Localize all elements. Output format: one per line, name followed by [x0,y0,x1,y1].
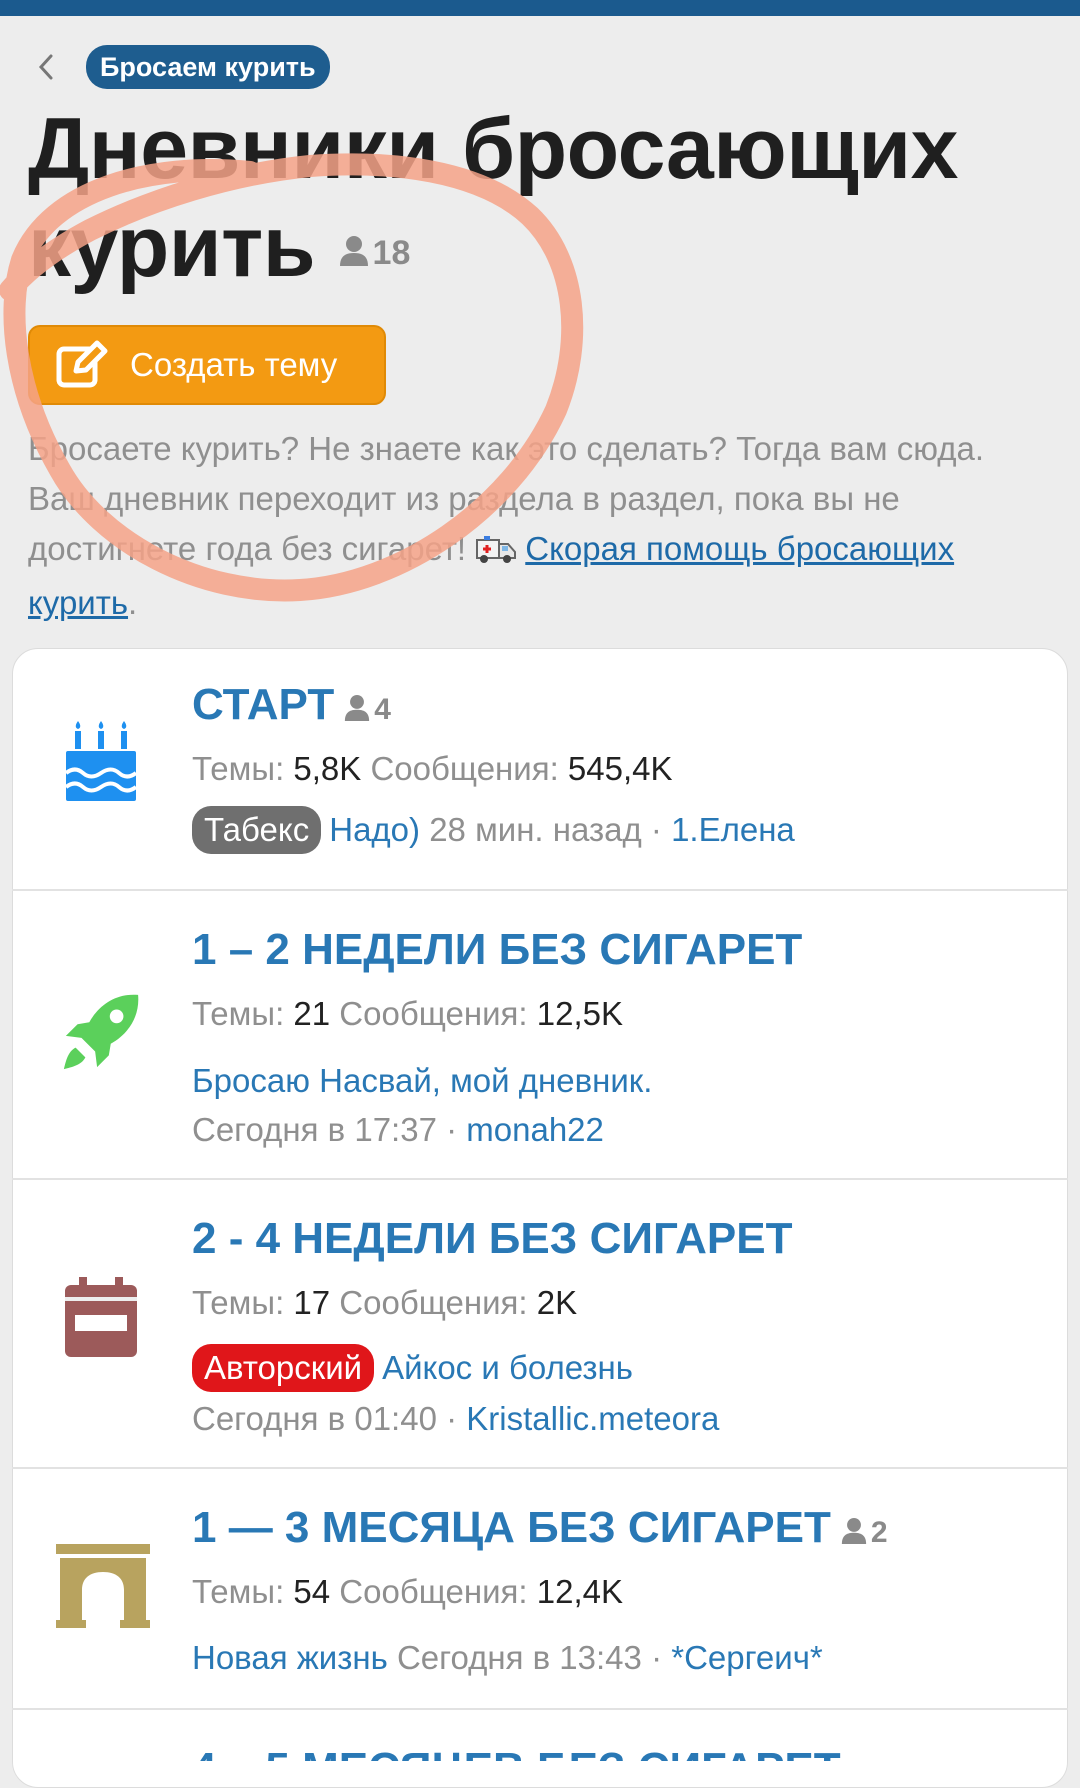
node-row[interactable]: 1 — 3 МЕСЯЦА БЕЗ СИГАРЕТ 2 Темы: 54 Сообщ… [12,1467,1068,1709]
last-thread-link[interactable]: Надо) [329,811,420,848]
node-row[interactable]: 2 - 4 НЕДЕЛИ БЕЗ СИГАРЕТ Темы: 17 Сообще… [12,1178,1068,1468]
birthday-cake-icon [60,721,142,804]
user-icon [841,1518,866,1544]
prefix-tag[interactable]: Авторский [192,1344,375,1392]
calendar-icon [60,1276,142,1358]
node-last-thread: Авторский Айкос и болезнь [192,1344,633,1392]
node-title[interactable]: 2 - 4 НЕДЕЛИ БЕЗ СИГАРЕТ [192,1214,793,1264]
back-chevron-icon[interactable] [28,46,64,88]
last-thread-link[interactable]: Айкос и болезнь [382,1349,633,1386]
archway-icon [56,1544,150,1628]
prefix-tag[interactable]: Табекс [192,806,322,854]
node-viewers: 4 [344,693,391,726]
node-title[interactable]: 4 – 5 МЕСЯЦЕВ БЕЗ СИГАРЕТ [192,1744,841,1761]
user-icon [345,695,370,721]
node-row[interactable]: 1 – 2 НЕДЕЛИ БЕЗ СИГАРЕТ Темы: 21 Сообще… [12,889,1068,1179]
node-last-post: Табекс Надо) 28 мин. назад · 1.Елена [192,806,795,854]
node-title[interactable]: 1 — 3 МЕСЯЦА БЕЗ СИГАРЕТ 2 [192,1503,888,1553]
annotation-circle [0,153,584,602]
node-viewers: 2 [841,1516,888,1549]
last-user-link[interactable]: *Сергеич* [671,1639,823,1676]
top-accent-bar [0,0,1080,16]
node-stats: Темы: 54 Сообщения: 12,4K [192,1573,623,1610]
node-last-thread: Бросаю Насвай, мой дневник. [192,1062,652,1100]
last-thread-link[interactable]: Новая жизнь [192,1639,388,1676]
node-last-meta: Сегодня в 17:37 · monah22 [192,1111,604,1148]
last-user-link[interactable]: 1.Елена [671,811,795,848]
breadcrumb-link[interactable]: Бросаем курить [86,45,330,89]
breadcrumb: Бросаем курить [28,45,330,89]
node-last-meta: Сегодня в 01:40 · Kristallic.meteora [192,1400,720,1437]
node-last-post: Новая жизнь Сегодня в 13:43 · *Сергеич* [192,1639,823,1676]
node-row[interactable]: СТАРТ 4 Темы: 5,8K Сообщения: 545,4K Табе… [12,648,1068,891]
node-stats: Темы: 17 Сообщения: 2K [192,1284,578,1321]
last-thread-link[interactable]: Бросаю Насвай, мой дневник. [192,1062,652,1099]
node-stats: Темы: 5,8K Сообщения: 545,4K [192,750,673,787]
node-title[interactable]: СТАРТ 4 [192,680,391,730]
node-title[interactable]: 1 – 2 НЕДЕЛИ БЕЗ СИГАРЕТ [192,925,802,975]
node-stats: Темы: 21 Сообщения: 12,5K [192,995,623,1032]
last-user-link[interactable]: monah22 [466,1111,604,1148]
rocket-icon [60,991,142,1073]
node-row[interactable]: 4 – 5 МЕСЯЦЕВ БЕЗ СИГАРЕТ [12,1708,1068,1761]
last-user-link[interactable]: Kristallic.meteora [466,1400,719,1437]
